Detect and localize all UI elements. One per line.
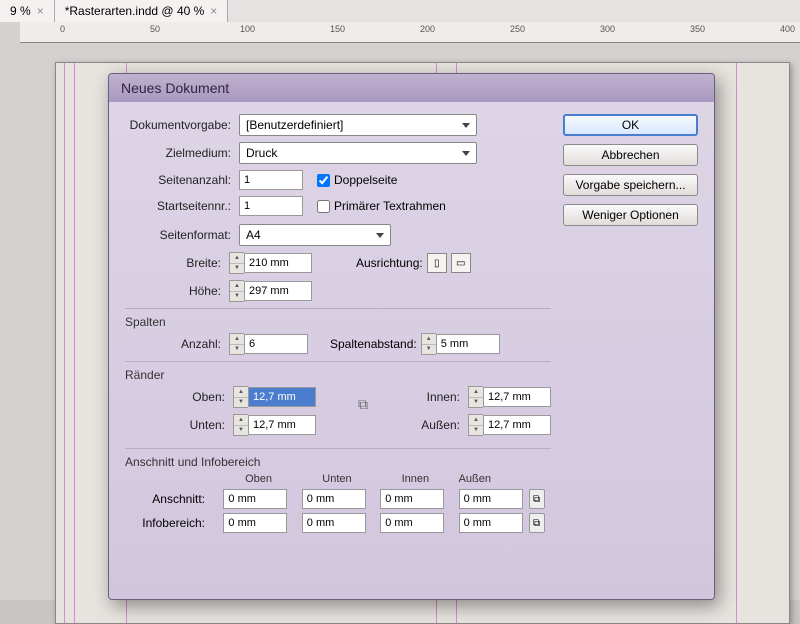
start-page-input[interactable] <box>239 196 303 216</box>
bleed-header-outside: Außen <box>459 473 491 485</box>
ok-button[interactable]: OK <box>563 114 698 136</box>
orientation-portrait-icon[interactable]: ▯ <box>427 253 447 273</box>
link-slug-icon[interactable]: ⧉ <box>529 513 545 533</box>
margin-bottom-label: Unten: <box>175 418 229 432</box>
preset-label: Dokumentvorgabe: <box>125 118 235 132</box>
primary-frame-checkbox[interactable]: Primärer Textrahmen <box>317 199 446 213</box>
height-input[interactable]: ▲▼ <box>229 280 312 302</box>
column-count-label: Anzahl: <box>175 337 225 351</box>
chevron-down-icon <box>462 123 470 128</box>
document-tab[interactable]: 9 %× <box>0 0 55 22</box>
facing-pages-checkbox[interactable]: Doppelseite <box>317 173 397 187</box>
bleed-group-title: Anschnitt und Infobereich <box>125 455 551 469</box>
document-tab[interactable]: *Rasterarten.indd @ 40 %× <box>55 0 229 22</box>
margin-outside-label: Außen: <box>410 418 464 432</box>
orientation-label: Ausrichtung: <box>356 256 423 270</box>
tab-bar: 9 %× *Rasterarten.indd @ 40 %× <box>0 0 800 23</box>
slug-bottom-input[interactable] <box>302 513 366 533</box>
bleed-bottom-input[interactable] <box>302 489 366 509</box>
intent-dropdown[interactable]: Druck <box>239 142 477 164</box>
link-margins-icon[interactable]: ⧉ <box>356 386 370 422</box>
link-bleed-icon[interactable]: ⧉ <box>529 489 545 509</box>
columns-group-title: Spalten <box>125 315 551 329</box>
margin-inside-label: Innen: <box>410 390 464 404</box>
margin-inside-input[interactable]: ▲▼ <box>468 386 551 408</box>
bleed-header-bottom: Unten <box>302 473 372 485</box>
bleed-outside-input[interactable] <box>459 489 523 509</box>
bleed-top-input[interactable] <box>223 489 287 509</box>
horizontal-ruler: 0 50 100 150 200 250 300 350 400 <box>20 22 800 43</box>
chevron-down-icon <box>376 233 384 238</box>
width-input[interactable]: ▲▼ <box>229 252 312 274</box>
chevron-down-icon <box>462 151 470 156</box>
orientation-landscape-icon[interactable]: ▭ <box>451 253 471 273</box>
close-icon[interactable]: × <box>37 4 44 18</box>
intent-label: Zielmedium: <box>125 146 235 160</box>
bleed-inside-input[interactable] <box>380 489 444 509</box>
slug-label: Infobereich: <box>135 516 209 530</box>
slug-top-input[interactable] <box>223 513 287 533</box>
margin-bottom-input[interactable]: ▲▼ <box>233 414 316 436</box>
fewer-options-button[interactable]: Weniger Optionen <box>563 204 698 226</box>
height-label: Höhe: <box>175 284 225 298</box>
margin-outside-input[interactable]: ▲▼ <box>468 414 551 436</box>
bleed-header-top: Oben <box>223 473 293 485</box>
margins-group-title: Ränder <box>125 368 551 382</box>
pages-input[interactable] <box>239 170 303 190</box>
column-count-input[interactable]: ▲▼ <box>229 333 308 355</box>
page-size-dropdown[interactable]: A4 <box>239 224 391 246</box>
slug-inside-input[interactable] <box>380 513 444 533</box>
new-document-dialog: Neues Dokument Dokumentvorgabe: [Benutze… <box>108 73 715 600</box>
start-page-label: Startseitennr.: <box>125 199 235 213</box>
pages-label: Seitenanzahl: <box>125 173 235 187</box>
margin-top-input[interactable]: ▲▼ <box>233 386 316 408</box>
bleed-label: Anschnitt: <box>135 492 209 506</box>
close-icon[interactable]: × <box>210 4 217 18</box>
bleed-header-inside: Innen <box>380 473 450 485</box>
preset-dropdown[interactable]: [Benutzerdefiniert] <box>239 114 477 136</box>
dialog-title: Neues Dokument <box>109 74 714 102</box>
slug-outside-input[interactable] <box>459 513 523 533</box>
page-size-label: Seitenformat: <box>125 228 235 242</box>
width-label: Breite: <box>175 256 225 270</box>
margin-top-label: Oben: <box>175 390 229 404</box>
gutter-input[interactable]: ▲▼ <box>421 333 500 355</box>
save-preset-button[interactable]: Vorgabe speichern... <box>563 174 698 196</box>
gutter-label: Spaltenabstand: <box>330 337 417 351</box>
cancel-button[interactable]: Abbrechen <box>563 144 698 166</box>
